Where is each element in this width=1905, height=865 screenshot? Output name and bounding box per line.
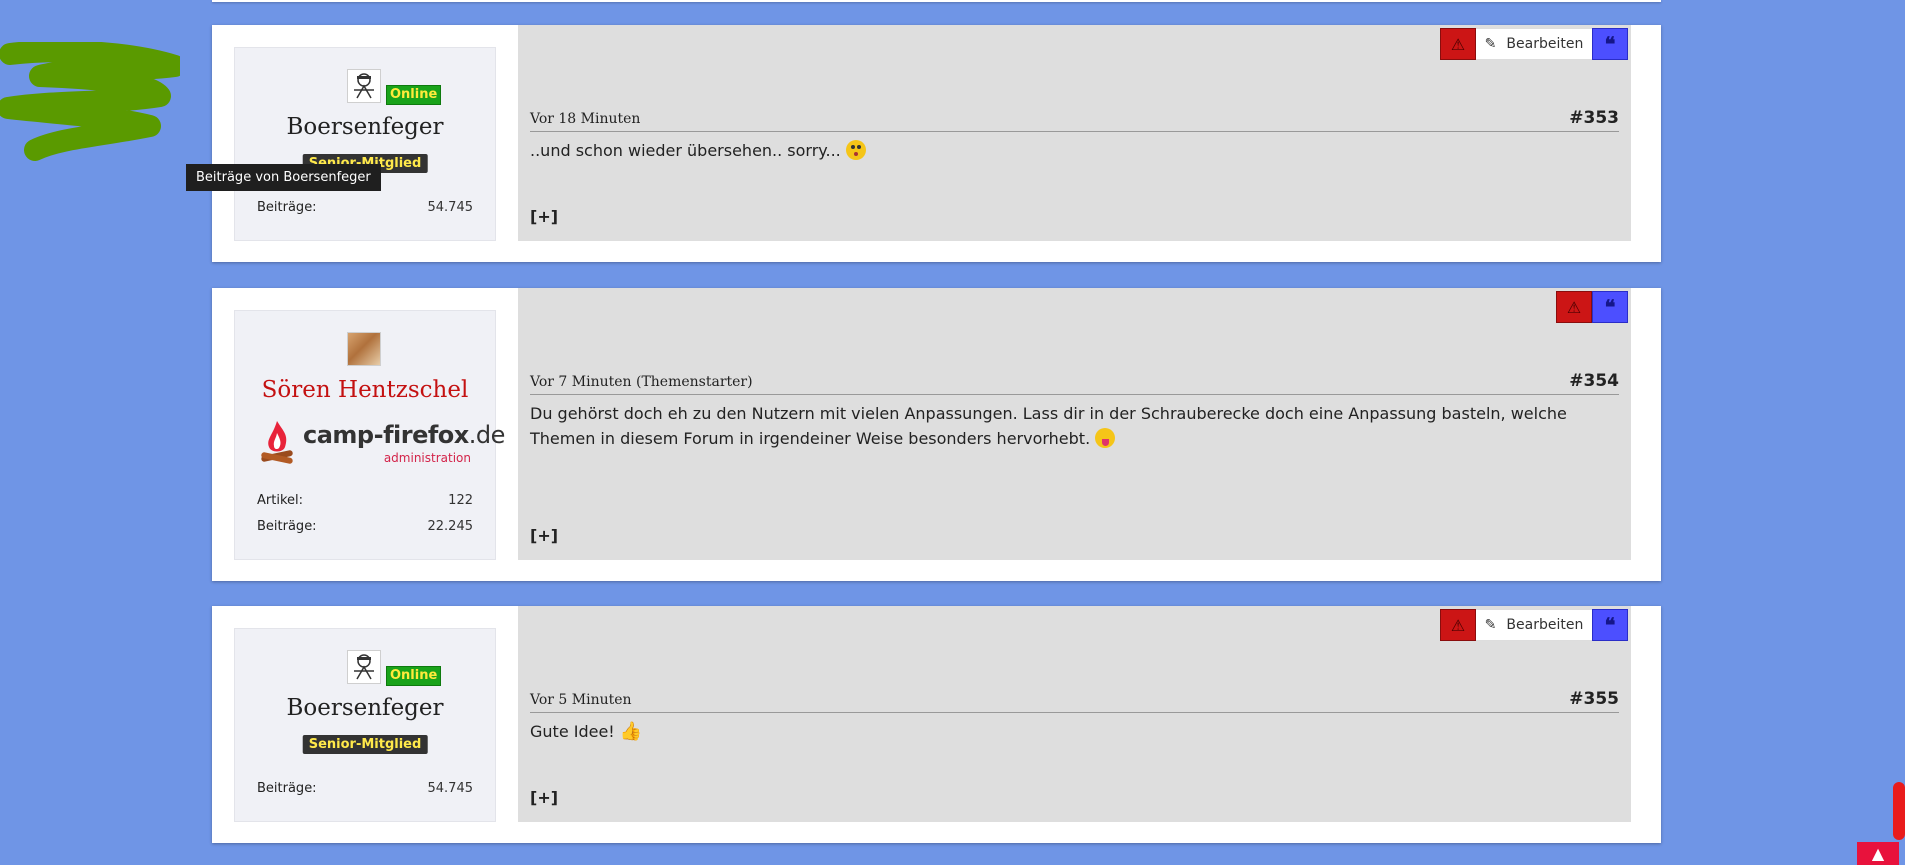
post-actions: ⚠ ❝ (1556, 291, 1628, 323)
edit-button[interactable]: ✎ Bearbeiten (1476, 28, 1592, 60)
post-number[interactable]: #355 (1569, 689, 1619, 709)
articles-value[interactable]: 122 (448, 493, 473, 508)
post-meta: Vor 7 Minuten (Themenstarter) #354 (530, 371, 1619, 395)
quote-icon: ❝ (1604, 295, 1616, 319)
scrollbar-thumb[interactable] (1893, 782, 1905, 840)
pencil-icon: ✎ (1484, 36, 1497, 52)
arrow-up-icon: ▲ (1871, 844, 1885, 863)
post-text-body: Du gehörst doch eh zu den Nutzern mit vi… (530, 404, 1567, 448)
logo-text: camp-firefox (303, 421, 469, 449)
posts-stat: Beiträge: 54.745 (257, 200, 473, 215)
quote-button[interactable]: ❝ (1592, 28, 1628, 60)
previous-post-edge (212, 0, 1661, 2)
articles-label: Artikel: (257, 493, 304, 508)
user-panel: Online Boersenfeger Senior-Mitglied Beit… (234, 47, 496, 241)
expand-toggle[interactable]: [+] (530, 526, 558, 545)
report-button[interactable]: ⚠ (1440, 609, 1476, 641)
post-time: Vor 7 Minuten (Themenstarter) (530, 374, 753, 390)
tooltip: Beiträge von Boersenfeger (186, 164, 381, 191)
post-354: Sören Hentzschel camp-firefox.de adminis… (212, 288, 1661, 581)
post-text-body: ..und schon wieder übersehen.. sorry... (530, 141, 841, 160)
warning-icon: ⚠ (1566, 297, 1582, 317)
username[interactable]: Boersenfeger (235, 114, 495, 140)
post-actions: ⚠ ✎ Bearbeiten ❝ (1440, 609, 1628, 641)
redaction-scribble (0, 42, 180, 161)
post-text: ..und schon wieder übersehen.. sorry... (530, 138, 1611, 163)
team-logo: camp-firefox.de administration (259, 417, 505, 469)
username[interactable]: Boersenfeger (235, 695, 495, 721)
post-text: Du gehörst doch eh zu den Nutzern mit vi… (530, 401, 1611, 451)
quote-button[interactable]: ❝ (1592, 609, 1628, 641)
logo-tld: .de (468, 421, 506, 449)
back-to-top-button[interactable]: ▲ (1857, 842, 1899, 865)
posts-value[interactable]: 54.745 (428, 781, 474, 796)
online-badge: Online (386, 666, 442, 686)
thumbs-up-icon: 👍 (619, 721, 643, 742)
post-number[interactable]: #354 (1569, 371, 1619, 391)
edit-label: Bearbeiten (1506, 617, 1584, 633)
post-meta: Vor 18 Minuten #353 (530, 108, 1619, 132)
tongue-face-icon (1095, 428, 1116, 448)
post-content: ⚠ ✎ Bearbeiten ❝ Vor 18 Minuten #353 ..un… (518, 25, 1631, 241)
post-text-body: Gute Idee! (530, 722, 615, 741)
flushed-face-icon (845, 140, 866, 160)
expand-toggle[interactable]: [+] (530, 788, 558, 807)
posts-stat: Beiträge: 54.745 (257, 781, 473, 796)
user-panel: Sören Hentzschel camp-firefox.de adminis… (234, 310, 505, 560)
user-panel: Online Boersenfeger Senior-Mitglied Beit… (234, 628, 496, 822)
post-text: Gute Idee! 👍 (530, 719, 1611, 744)
edit-label: Bearbeiten (1506, 36, 1584, 52)
expand-toggle[interactable]: [+] (530, 207, 558, 226)
user-avatar[interactable] (347, 332, 381, 366)
warning-icon: ⚠ (1450, 34, 1466, 54)
pencil-icon: ✎ (1484, 617, 1497, 633)
post-time: Vor 5 Minuten (530, 692, 632, 708)
quote-icon: ❝ (1604, 613, 1616, 637)
posts-label: Beiträge: (257, 200, 317, 215)
posts-stat: Beiträge: 22.245 (257, 519, 473, 534)
post-actions: ⚠ ✎ Bearbeiten ❝ (1440, 28, 1628, 60)
user-avatar[interactable] (347, 69, 381, 103)
posts-label: Beiträge: (257, 781, 317, 796)
online-badge: Online (386, 85, 442, 105)
logo-subtitle: administration (383, 451, 471, 465)
post-time: Vor 18 Minuten (530, 111, 641, 127)
posts-value[interactable]: 54.745 (428, 200, 474, 215)
quote-icon: ❝ (1604, 32, 1616, 56)
articles-stat: Artikel: 122 (257, 493, 473, 508)
user-avatar[interactable] (347, 650, 381, 684)
post-content: ⚠ ❝ Vor 7 Minuten (Themenstarter) #354 D… (518, 288, 1631, 560)
post-content: ⚠ ✎ Bearbeiten ❝ Vor 5 Minuten #355 Gute … (518, 606, 1631, 822)
posts-label: Beiträge: (257, 519, 317, 534)
post-353: Online Boersenfeger Senior-Mitglied Beit… (212, 25, 1661, 262)
campfire-icon (261, 421, 293, 464)
report-button[interactable]: ⚠ (1440, 28, 1476, 60)
posts-value[interactable]: 22.245 (428, 519, 474, 534)
post-number[interactable]: #353 (1569, 108, 1619, 128)
warning-icon: ⚠ (1450, 615, 1466, 635)
username[interactable]: Sören Hentzschel (235, 377, 495, 403)
edit-button[interactable]: ✎ Bearbeiten (1476, 609, 1592, 641)
quote-button[interactable]: ❝ (1592, 291, 1628, 323)
report-button[interactable]: ⚠ (1556, 291, 1592, 323)
post-meta: Vor 5 Minuten #355 (530, 689, 1619, 713)
rank-badge: Senior-Mitglied (302, 735, 428, 754)
post-355: Online Boersenfeger Senior-Mitglied Beit… (212, 606, 1661, 843)
